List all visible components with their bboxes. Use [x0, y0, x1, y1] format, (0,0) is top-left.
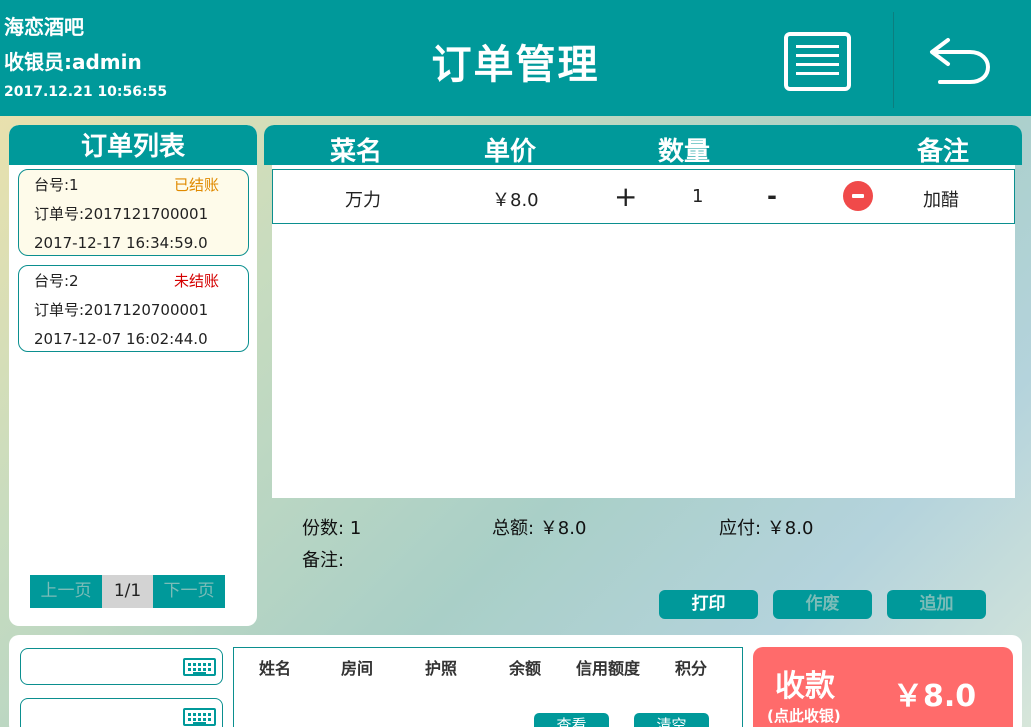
order-card-2[interactable]: 台号:2 未结账 订单号:2017120700001 2017-12-07 16:…: [18, 265, 249, 352]
summary-total: 总额: ￥8.0: [492, 518, 587, 539]
guest-col-passport: 护照: [425, 659, 458, 678]
checkout-hint: (点此收银): [767, 707, 841, 725]
guest-col-balance: 余额: [509, 659, 542, 678]
keyboard-icon[interactable]: [183, 708, 216, 726]
order-items-list: 万力 ￥8.0 + 1 - 加醋: [272, 165, 1015, 498]
checkout-button[interactable]: 收款 (点此收银) ￥8.0: [753, 647, 1013, 727]
item-price: ￥8.0: [492, 190, 539, 211]
qty-plus-button[interactable]: +: [614, 180, 637, 214]
summary-note-label: 备注:: [302, 550, 345, 571]
guest-info-box: 姓名 房间 护照 余额 信用额度 积分 查看 清空: [233, 647, 743, 727]
summary-payable-value: ￥8.0: [766, 518, 814, 539]
checkout-amount: ￥8.0: [893, 679, 977, 714]
add-order-button[interactable]: 追加: [887, 590, 986, 619]
summary-payable: 应付: ￥8.0: [719, 518, 814, 539]
item-note: 加醋: [923, 190, 959, 211]
order-list-panel: 订单列表 台号:1 已结账 订单号:2017121700001 2017-12-1…: [9, 125, 257, 626]
order-status: 已结账: [174, 176, 220, 194]
order-time: 2017-12-07 16:02:44.0: [34, 330, 208, 348]
col-header-note: 备注: [917, 137, 970, 167]
item-qty: 1: [692, 186, 704, 207]
order-table: 台号:2: [34, 272, 79, 290]
summary-count: 份数: 1: [302, 518, 362, 539]
qty-minus-button[interactable]: -: [767, 182, 777, 210]
order-number: 订单号:2017120700001: [34, 301, 209, 319]
guest-col-points: 积分: [675, 659, 708, 678]
back-arrow-icon[interactable]: [926, 34, 994, 86]
item-name: 万力: [345, 190, 381, 211]
guest-col-room: 房间: [341, 659, 374, 678]
col-header-qty: 数量: [658, 137, 711, 167]
order-table: 台号:1: [34, 176, 79, 194]
order-detail-header: 菜名 单价 数量 备注: [264, 125, 1022, 167]
order-list-title: 订单列表: [9, 125, 257, 165]
prev-page-button[interactable]: 上一页: [30, 575, 102, 608]
void-button[interactable]: 作废: [773, 590, 872, 619]
menu-list-icon[interactable]: [784, 32, 851, 91]
page-title-text: 订单管理: [431, 42, 600, 88]
next-page-button[interactable]: 下一页: [153, 575, 225, 608]
page-indicator: 1/1: [102, 575, 153, 608]
guest-col-credit: 信用额度: [576, 659, 641, 678]
card-input-field[interactable]: [20, 648, 223, 685]
order-item-row[interactable]: 万力 ￥8.0 + 1 - 加醋: [272, 169, 1015, 224]
col-header-name: 菜名: [330, 137, 383, 167]
header-bar: 海恋酒吧 收银员:admin 2017.12.21 10:56:55 订单管理: [0, 0, 1031, 116]
summary-count-value: 1: [349, 518, 362, 539]
order-card-1[interactable]: 台号:1 已结账 订单号:2017121700001 2017-12-17 16:…: [18, 169, 249, 256]
print-button[interactable]: 打印: [659, 590, 758, 619]
order-detail-panel: 菜名 单价 数量 备注 万力 ￥8.0 + 1 - 加醋 份数: 1 总额: ￥…: [264, 125, 1022, 626]
summary-total-value: ￥8.0: [539, 518, 587, 539]
remove-item-icon[interactable]: [843, 181, 873, 211]
guest-col-name: 姓名: [259, 659, 292, 678]
clear-button[interactable]: 清空: [634, 713, 709, 727]
pagination: 上一页 1/1 下一页: [30, 575, 225, 608]
order-status: 未结账: [174, 272, 220, 290]
page-title: 订单管理: [0, 32, 1031, 90]
col-header-price: 单价: [484, 137, 537, 167]
header-divider: [893, 12, 894, 108]
order-number: 订单号:2017121700001: [34, 205, 209, 223]
view-button[interactable]: 查看: [534, 713, 609, 727]
member-payment-panel: 姓名 房间 护照 余额 信用额度 积分 查看 清空 收款 (点此收银) ￥8.0: [9, 635, 1022, 727]
checkout-label: 收款: [775, 669, 835, 704]
keyboard-icon[interactable]: [183, 658, 216, 676]
order-time: 2017-12-17 16:34:59.0: [34, 234, 208, 252]
member-input-field[interactable]: [20, 698, 223, 727]
